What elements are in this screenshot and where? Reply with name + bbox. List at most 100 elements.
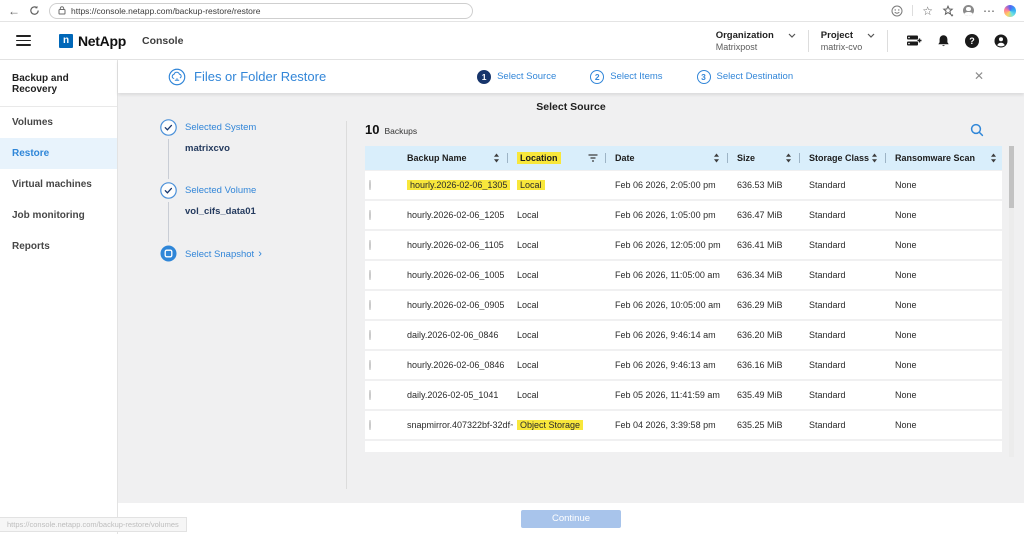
copilot-icon[interactable]: [1004, 4, 1016, 17]
backup-radio-button[interactable]: [369, 420, 371, 430]
backup-name-cell: daily.2026-02-06_0846: [407, 330, 499, 340]
wizard-title: Files or Folder Restore: [194, 69, 327, 84]
backup-radio-button[interactable]: [369, 300, 371, 310]
header-icons: ?: [906, 33, 1008, 48]
backup-radio-button[interactable]: [369, 360, 371, 370]
site-info-lock-icon[interactable]: [58, 6, 66, 15]
date-cell: Feb 04 2026, 3:39:58 pm: [615, 420, 716, 430]
sidebar-item-restore[interactable]: Restore: [0, 138, 117, 169]
browser-reload-icon[interactable]: [29, 5, 40, 16]
restore-cloud-icon: [168, 68, 186, 86]
reading-mode-icon[interactable]: [891, 5, 903, 17]
browser-separator: [912, 5, 914, 16]
backup-radio-button[interactable]: [369, 330, 371, 340]
ransomware-scan-cell: None: [895, 240, 917, 250]
sidebar-item-reports[interactable]: Reports: [0, 231, 117, 262]
wizard-step-select-source[interactable]: 1 Select Source: [477, 69, 557, 84]
sort-icon[interactable]: [990, 153, 997, 163]
backup-table-row[interactable]: hourly.2026-02-06_0846 Local Feb 06 2026…: [365, 351, 1002, 379]
column-header-storage-class[interactable]: Storage Class: [805, 146, 891, 170]
sort-icon[interactable]: [871, 153, 878, 163]
progress-selected-system: Selected System matrixcvo: [160, 119, 346, 182]
snapshot-step-icon: [160, 245, 177, 262]
filter-icon[interactable]: [588, 154, 598, 162]
sidebar-item-job-monitoring[interactable]: Job monitoring: [0, 200, 117, 231]
storage-class-cell: Standard: [809, 270, 846, 280]
sidebar-title: Backup and Recovery: [0, 64, 117, 107]
section-title: Select Source: [536, 101, 606, 113]
header-right: Organization Matrixpost Project matrix-c…: [716, 29, 1008, 52]
scrollbar-thumb[interactable]: [1009, 146, 1014, 208]
size-cell: 636.20 MiB: [737, 330, 783, 340]
sort-icon[interactable]: [713, 153, 720, 163]
app-body: Backup and Recovery Volumes Restore Virtua…: [0, 60, 1024, 534]
backup-table-row[interactable]: daily.2026-02-05_1041 Local Feb 05 2026,…: [365, 381, 1002, 409]
column-separator: [885, 153, 886, 163]
wizard-steps: 1 Select Source 2 Select Items 3 Select …: [477, 69, 853, 84]
table-scrollbar[interactable]: [1009, 146, 1014, 457]
sidebar: Backup and Recovery Volumes Restore Virtua…: [0, 60, 118, 534]
column-header-location[interactable]: Location: [513, 146, 611, 170]
collections-icon[interactable]: [942, 4, 954, 17]
project-selector[interactable]: Project matrix-cvo: [821, 30, 875, 52]
wizard-content: Selected System matrixcvo Selected Volum…: [118, 115, 1024, 503]
backup-table-row[interactable]: hourly.2026-02-06_1205 Local Feb 06 2026…: [365, 201, 1002, 229]
favorites-star-icon[interactable]: ☆: [922, 5, 933, 17]
chevron-down-icon: [867, 33, 875, 38]
selected-volume-label: Selected Volume: [185, 185, 257, 196]
backup-table-row[interactable]: hourly.2026-02-06_1105 Local Feb 06 2026…: [365, 231, 1002, 259]
backup-radio-button[interactable]: [369, 390, 371, 400]
column-header-backup-name[interactable]: Backup Name: [403, 146, 513, 170]
size-cell: 636.29 MiB: [737, 300, 783, 310]
backup-radio-button[interactable]: [369, 210, 371, 220]
sort-icon[interactable]: [785, 153, 792, 163]
column-header-ransomware-scan[interactable]: Ransomware Scan: [891, 146, 1002, 170]
notifications-bell-icon[interactable]: [937, 34, 950, 48]
project-value: matrix-cvo: [820, 41, 863, 52]
connector-icon[interactable]: [906, 33, 922, 48]
table-top-bar: 10 Backups: [365, 122, 1008, 137]
wizard-step-select-items[interactable]: 2 Select Items: [590, 69, 663, 84]
browser-back-icon[interactable]: ←: [8, 5, 20, 17]
address-bar[interactable]: https://console.netapp.com/backup-restor…: [49, 2, 473, 19]
column-header-date[interactable]: Date: [611, 146, 733, 170]
progress-select-snapshot[interactable]: Select Snapshot ›: [160, 245, 346, 262]
backup-radio-button[interactable]: [369, 270, 371, 280]
backup-name-cell: daily.2026-02-05_1041: [407, 390, 499, 400]
netapp-logo-text: NetApp: [78, 32, 126, 49]
backup-radio-button[interactable]: [369, 240, 371, 250]
sidebar-item-volumes[interactable]: Volumes: [0, 107, 117, 138]
selected-volume-value: vol_cifs_data01: [185, 206, 256, 217]
sort-icon[interactable]: [493, 153, 500, 163]
search-icon[interactable]: [970, 123, 984, 137]
account-icon[interactable]: [994, 34, 1008, 48]
organization-selector[interactable]: Organization Matrixpost: [716, 30, 796, 52]
backup-rows: hourly.2026-02-06_1305 Local Feb 06 2026…: [365, 171, 1002, 439]
backup-table-row[interactable]: daily.2026-02-06_0846 Local Feb 06 2026,…: [365, 321, 1002, 349]
wizard-body: Select Source Selected System matrixcvo: [118, 93, 1024, 503]
backup-radio-button[interactable]: [369, 180, 371, 190]
menu-hamburger-icon[interactable]: [16, 35, 31, 46]
wizard-step-select-destination[interactable]: 3 Select Destination: [696, 69, 793, 84]
help-icon[interactable]: ?: [965, 33, 979, 48]
step-label: Select Source: [497, 71, 557, 82]
backup-table-row[interactable]: snapmirror.407322bf-32df~ Object Storage…: [365, 411, 1002, 439]
browser-bar: ← https://console.netapp.com/backup-rest…: [0, 0, 1024, 22]
product-name: Console: [141, 34, 184, 47]
backup-table-row[interactable]: hourly.2026-02-06_1005 Local Feb 06 2026…: [365, 261, 1002, 289]
browser-menu-icon[interactable]: ⋯: [983, 5, 995, 17]
continue-button[interactable]: Continue: [521, 509, 621, 528]
sidebar-item-virtual-machines[interactable]: Virtual machines: [0, 169, 117, 200]
backups-table-area: 10 Backups Backup Name Location Date Siz…: [347, 115, 1024, 503]
date-cell: Feb 06 2026, 12:05:00 pm: [615, 240, 721, 250]
storage-class-cell: Standard: [809, 330, 846, 340]
location-cell: Local: [517, 390, 539, 400]
backup-table-row[interactable]: hourly.2026-02-06_0905 Local Feb 06 2026…: [365, 291, 1002, 319]
backup-table-row[interactable]: hourly.2026-02-06_1305 Local Feb 06 2026…: [365, 171, 1002, 199]
check-circle-icon: [160, 182, 177, 199]
browser-profile-avatar[interactable]: [963, 5, 974, 16]
storage-class-cell: Standard: [809, 210, 846, 220]
size-cell: 636.16 MiB: [737, 360, 783, 370]
column-header-size[interactable]: Size: [733, 146, 805, 170]
close-icon[interactable]: ✕: [974, 69, 984, 83]
